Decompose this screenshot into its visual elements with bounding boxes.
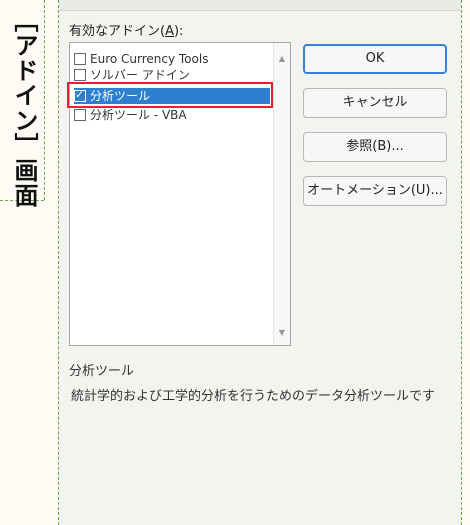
addin-item-euro-currency-tools[interactable]: Euro Currency Tools (74, 51, 270, 67)
addin-item-analysis-toolpak-vba[interactable]: 分析ツール - VBA (74, 107, 270, 123)
description-title: 分析ツール (69, 364, 135, 379)
description-text: 統計学的および工学的分析を行うためのデータ分析ツールです (71, 389, 436, 404)
addin-checkbox-checked[interactable] (74, 87, 86, 103)
addin-checkbox[interactable] (74, 68, 86, 81)
addin-item-analysis-toolpak[interactable]: 分析ツール (74, 87, 270, 104)
guide-line-vertical (44, 0, 45, 200)
browse-button[interactable]: 参照(B)... (303, 132, 447, 162)
scroll-up-arrow-icon[interactable]: ▲ (274, 51, 290, 67)
dialog-titlebar (59, 0, 461, 11)
cancel-button[interactable]: キャンセル (303, 88, 447, 118)
listbox-scrollbar[interactable]: ▲ ▼ (273, 43, 290, 345)
scroll-down-arrow-icon[interactable]: ▼ (274, 325, 290, 341)
addin-item-solver[interactable]: ソルバー アドイン (74, 67, 270, 83)
figure-caption: ［アドイン］画面 (10, 8, 38, 208)
automation-button[interactable]: オートメーション(U)... (303, 176, 447, 206)
addin-checkbox[interactable] (74, 52, 86, 65)
ok-button[interactable]: OK (303, 44, 447, 74)
addins-listbox[interactable]: Euro Currency Tools ソルバー アドイン 分析ツール 分析ツー… (69, 42, 291, 346)
addin-checkbox[interactable] (74, 108, 86, 121)
addins-dialog: 有効なアドイン(A): Euro Currency Tools ソルバー アドイ… (58, 0, 462, 525)
addins-list-label: 有効なアドイン(A): (69, 24, 184, 39)
